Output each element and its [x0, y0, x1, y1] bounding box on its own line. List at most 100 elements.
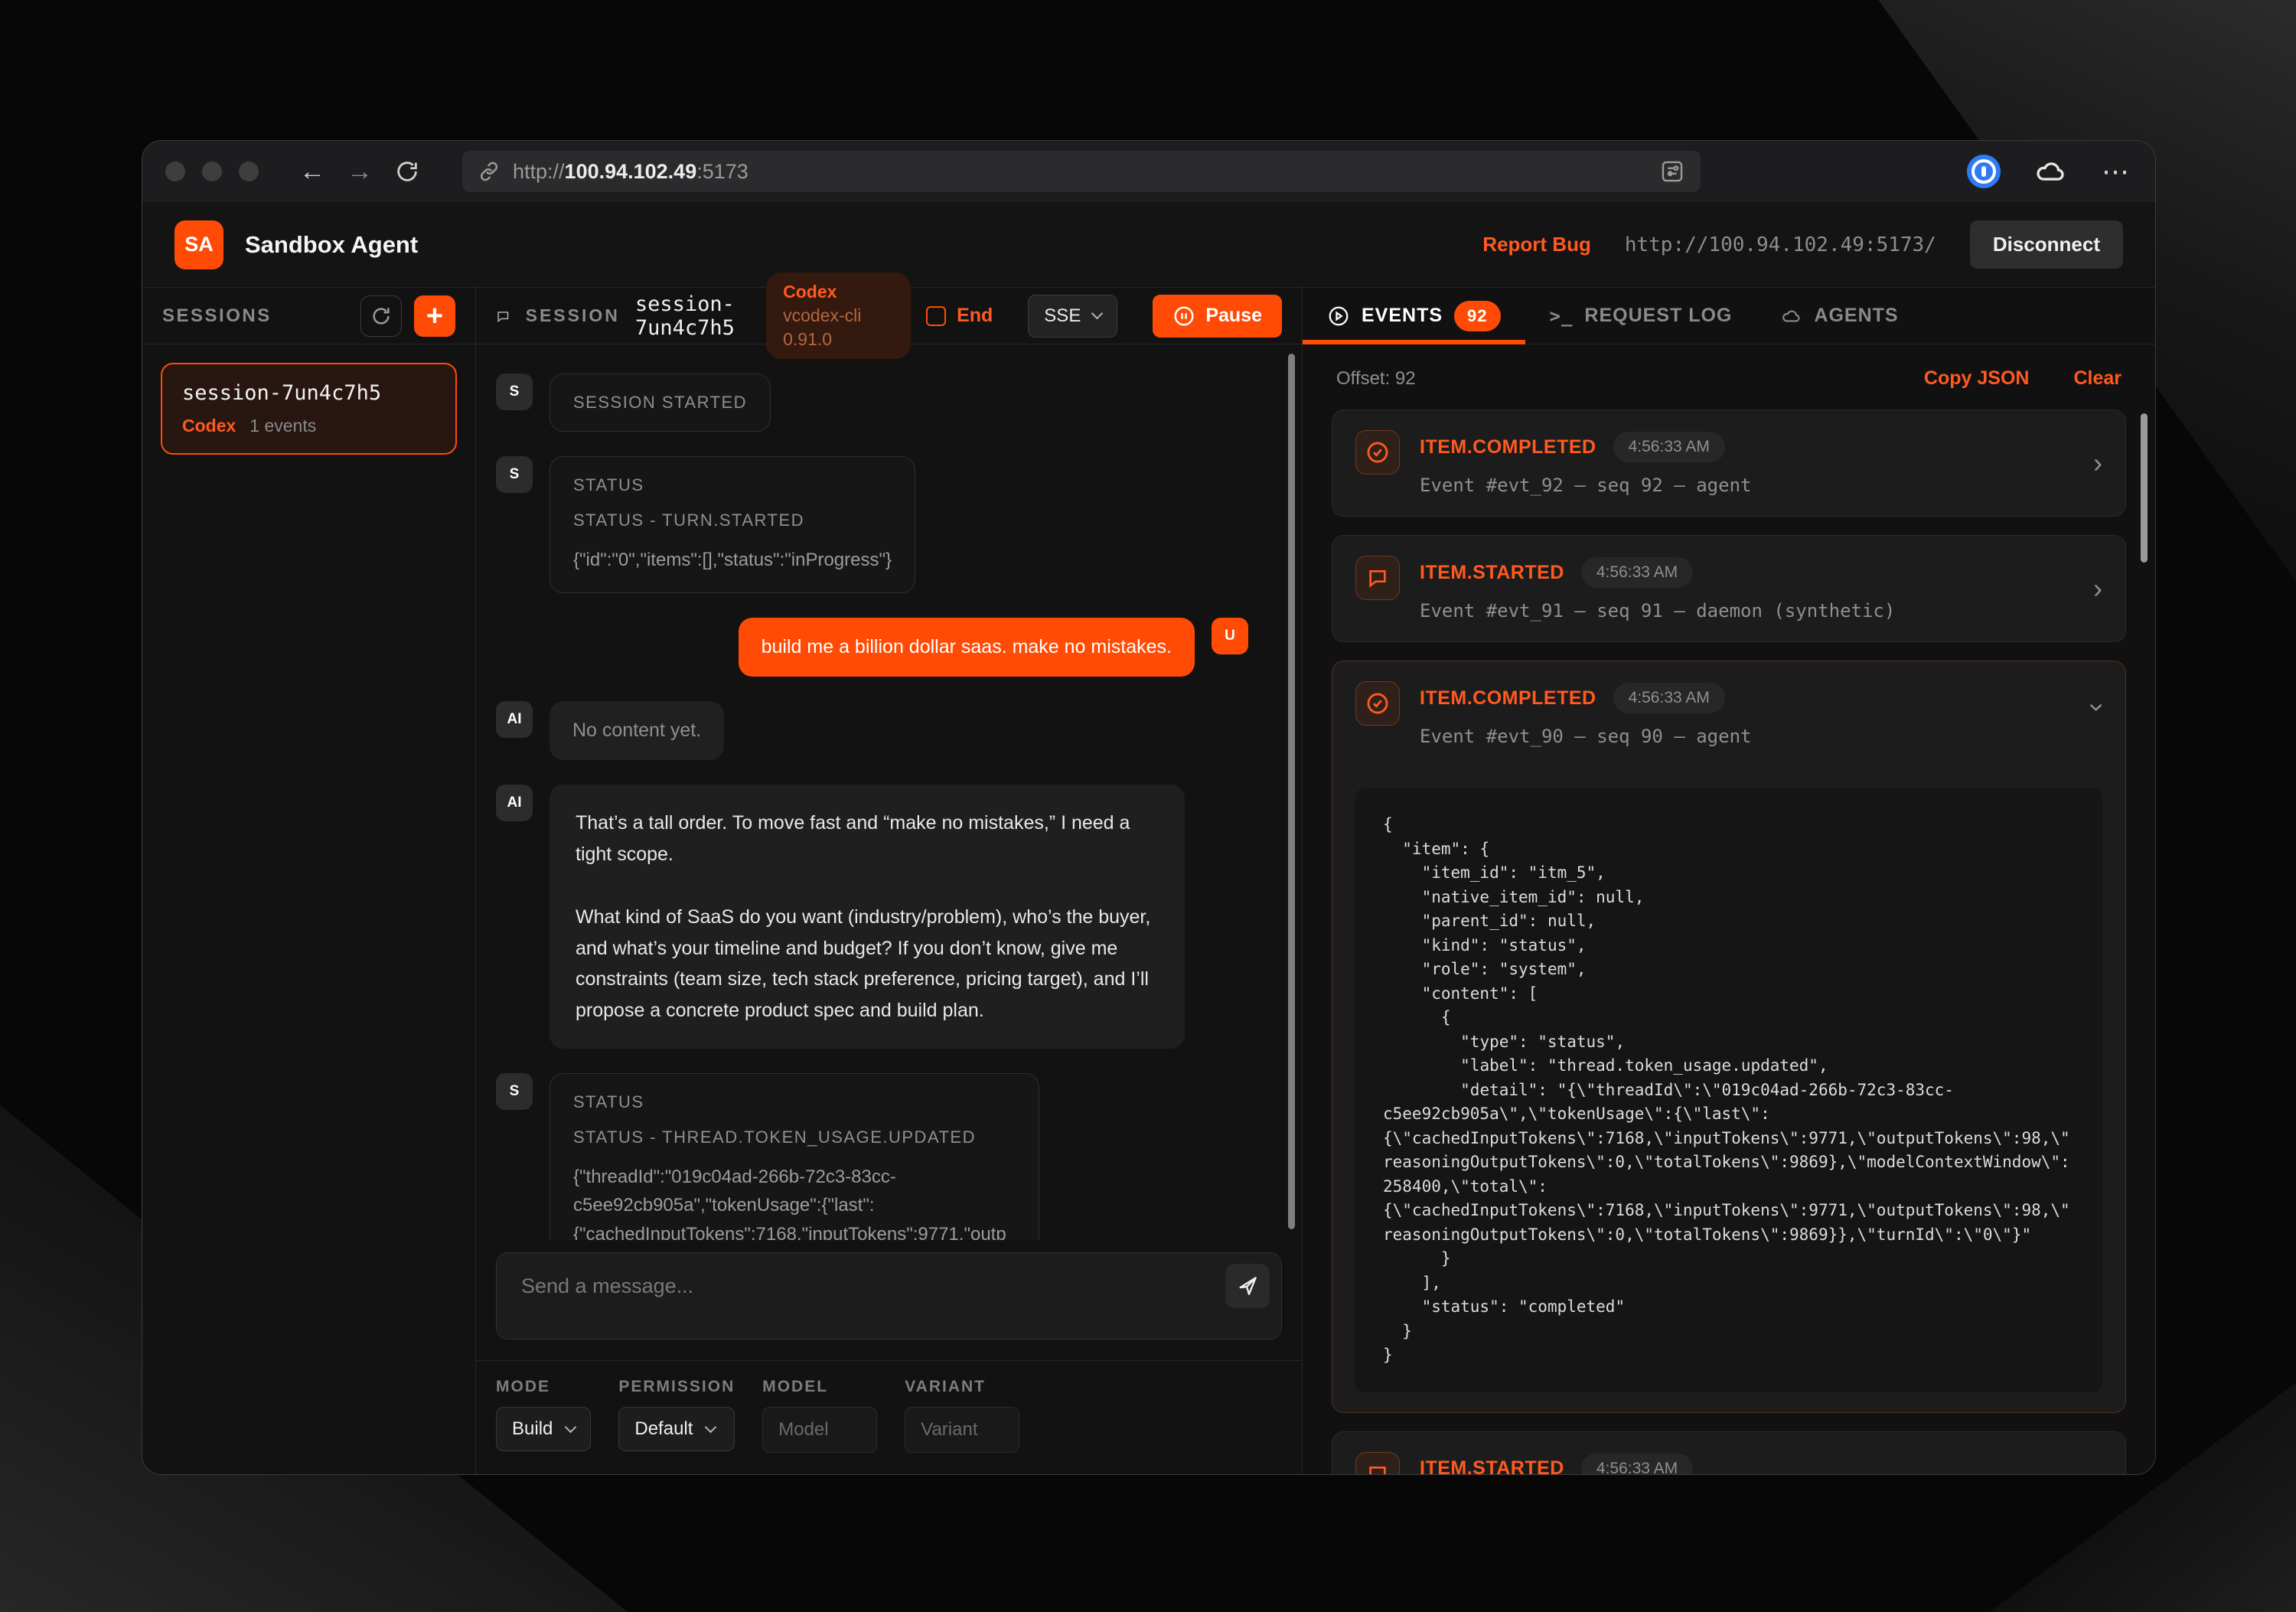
chat-bubble-icon — [496, 304, 510, 328]
pause-circle-icon — [1172, 305, 1195, 328]
reader-options-button[interactable] — [1659, 158, 1685, 184]
tab-events[interactable]: EVENTS 92 — [1303, 288, 1525, 344]
message-line: STATUS — [573, 1092, 1016, 1112]
chevron-right-icon[interactable]: › — [2093, 575, 2102, 602]
event-card[interactable]: ITEM.STARTED 4:56:33 AM Event #evt_89 – … — [1332, 1431, 2126, 1475]
sessions-sidebar: SESSIONS + session-7un4c7h5 Codex 1 even… — [142, 288, 476, 1474]
browser-extensions: ⋯ — [1936, 155, 2132, 188]
message-line: build me a billion dollar saas. make no … — [762, 636, 1172, 658]
terminal-icon: >_ — [1550, 305, 1574, 327]
window-controls — [165, 162, 259, 181]
mode-control: MODE Build — [496, 1378, 591, 1453]
message-line: No content yet. — [572, 720, 701, 742]
report-bug-link[interactable]: Report Bug — [1482, 233, 1591, 256]
event-main: ITEM.STARTED 4:56:33 AM Event #evt_89 – … — [1420, 1452, 2073, 1475]
event-title-row: ITEM.STARTED 4:56:33 AM — [1420, 1454, 2073, 1475]
chat-bubble-icon — [1365, 566, 1390, 590]
send-button[interactable] — [1225, 1264, 1270, 1308]
reload-button[interactable] — [387, 152, 427, 191]
password-manager-icon[interactable] — [1967, 155, 2001, 188]
chevron-right-icon[interactable]: › — [2093, 449, 2102, 477]
copy-json-button[interactable]: Copy JSON — [1924, 367, 2030, 390]
pause-button[interactable]: Pause — [1153, 295, 1282, 338]
variant-label: VARIANT — [905, 1378, 1019, 1396]
event-timestamp: 4:56:33 AM — [1581, 557, 1693, 588]
permission-select[interactable]: Default — [618, 1407, 735, 1451]
message-line: STATUS - THREAD.TOKEN_USAGE.UPDATED — [573, 1127, 1016, 1147]
events-count-badge: 92 — [1454, 301, 1500, 331]
clear-events-button[interactable]: Clear — [2073, 367, 2122, 390]
event-meta: Event #evt_91 – seq 91 – daemon (synthet… — [1420, 600, 2073, 622]
model-input[interactable] — [762, 1407, 877, 1453]
message-line: STATUS - TURN.STARTED — [573, 511, 892, 530]
events-panel: EVENTS 92 >_ REQUEST LOG AGENTS Offset: … — [1303, 288, 2155, 1474]
message-bubble: That’s a tall order. To move fast and “m… — [550, 785, 1185, 1049]
badge-agent: Codex — [783, 282, 837, 302]
tab-request-log[interactable]: >_ REQUEST LOG — [1525, 288, 1757, 344]
event-main: ITEM.COMPLETED 4:56:33 AM Event #evt_92 … — [1420, 430, 2073, 496]
session-meta: Codex 1 events — [182, 416, 435, 436]
close-window-button[interactable] — [165, 162, 185, 181]
forward-button[interactable]: → — [340, 152, 380, 191]
event-main: ITEM.COMPLETED 4:56:33 AM Event #evt_90 … — [1420, 681, 2073, 747]
event-card[interactable]: ITEM.COMPLETED 4:56:33 AM Event #evt_92 … — [1332, 410, 2126, 517]
message-bubble: No content yet. — [550, 701, 724, 760]
tab-request-log-label: REQUEST LOG — [1584, 305, 1732, 327]
cloud-icon[interactable] — [2034, 155, 2068, 188]
model-label: MODEL — [762, 1378, 877, 1396]
address-bar[interactable]: http://100.94.102.49:5173 — [462, 151, 1701, 192]
composer — [476, 1240, 1302, 1360]
session-events-count: 1 events — [249, 416, 316, 436]
refresh-sessions-button[interactable] — [360, 295, 402, 337]
event-type: ITEM.COMPLETED — [1420, 436, 1596, 458]
session-panel: SESSION session-7un4c7h5 Codex vcodex-cl… — [476, 288, 1303, 1474]
pause-label: Pause — [1205, 305, 1262, 327]
message-bubble: STATUSSTATUS - TURN.STARTED{"id":"0","it… — [550, 456, 915, 593]
chevron-right-icon[interactable]: › — [2093, 1471, 2102, 1475]
transport-select[interactable]: SSE — [1028, 295, 1117, 338]
event-card[interactable]: ITEM.STARTED 4:56:33 AM Event #evt_91 – … — [1332, 535, 2126, 642]
events-offset: Offset: 92 — [1336, 368, 1416, 390]
zoom-window-button[interactable] — [239, 162, 259, 181]
back-button[interactable]: ← — [292, 152, 332, 191]
event-card[interactable]: ITEM.COMPLETED 4:56:33 AM Event #evt_90 … — [1332, 661, 2126, 1413]
session-name-title: session-7un4c7h5 — [635, 292, 751, 340]
event-icon-tile — [1355, 1452, 1400, 1475]
server-url: http://100.94.102.49:5173/ — [1625, 233, 1936, 256]
minimize-window-button[interactable] — [202, 162, 222, 181]
events-scrollbar[interactable] — [2141, 413, 2148, 563]
main-layout: SESSIONS + session-7un4c7h5 Codex 1 even… — [142, 288, 2155, 1474]
event-timestamp: 4:56:33 AM — [1613, 432, 1725, 462]
events-body: Offset: 92 Copy JSON Clear ITEM.COMPLETE… — [1303, 344, 2155, 1474]
end-checkbox[interactable] — [926, 306, 946, 326]
play-circle-icon — [1327, 305, 1350, 328]
session-name: session-7un4c7h5 — [182, 381, 435, 405]
end-session-toggle[interactable]: End — [926, 305, 993, 327]
permission-value: Default — [634, 1418, 693, 1440]
event-meta: Event #evt_92 – seq 92 – agent — [1420, 475, 2073, 496]
variant-input[interactable] — [905, 1407, 1019, 1453]
app-title: Sandbox Agent — [245, 231, 418, 259]
chat-scrollbar[interactable] — [1288, 354, 1295, 1229]
message-avatar: S — [496, 456, 533, 493]
message-input[interactable] — [496, 1252, 1282, 1340]
disconnect-button[interactable]: Disconnect — [1970, 220, 2123, 269]
chat-message: S SESSION STARTED — [496, 374, 1248, 432]
event-type: ITEM.STARTED — [1420, 1457, 1564, 1474]
session-agent-label: Codex — [182, 416, 236, 436]
chevron-right-icon[interactable]: › — [2084, 703, 2112, 712]
message-line: {"id":"0","items":[],"status":"inProgres… — [573, 546, 892, 574]
message-avatar: S — [496, 1073, 533, 1110]
transport-value: SSE — [1044, 305, 1081, 327]
new-session-button[interactable]: + — [414, 295, 455, 337]
page-settings-icon — [1659, 158, 1685, 184]
url-text: http://100.94.102.49:5173 — [513, 160, 748, 184]
tab-agents[interactable]: AGENTS — [1756, 288, 1923, 344]
event-icon-tile — [1355, 430, 1400, 475]
app-logo: SA — [174, 220, 223, 269]
more-menu-icon[interactable]: ⋯ — [2102, 155, 2132, 188]
session-list-item[interactable]: session-7un4c7h5 Codex 1 events — [161, 363, 457, 455]
reload-icon — [394, 158, 420, 184]
mode-select[interactable]: Build — [496, 1407, 591, 1451]
message-line: That’s a tall order. To move fast and “m… — [576, 808, 1159, 870]
